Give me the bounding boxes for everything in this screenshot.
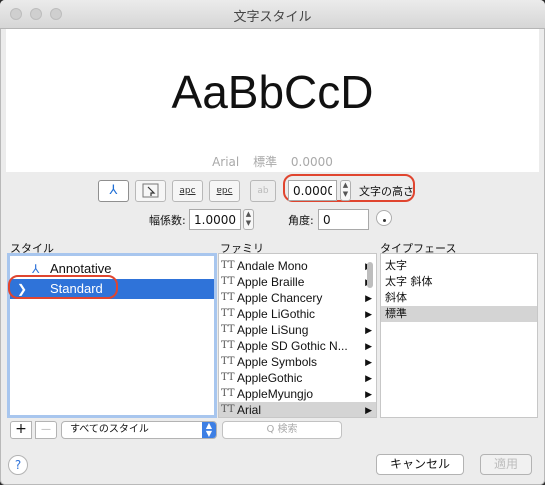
truetype-icon: TT <box>221 356 235 367</box>
truetype-icon: TT <box>221 260 235 271</box>
family-scrollbar[interactable] <box>367 262 373 288</box>
family-item-label: Andale Mono <box>237 259 308 273</box>
standard-style-highlight <box>8 275 118 299</box>
apply-button[interactable]: 適用 <box>480 454 532 475</box>
text-height-stepper[interactable]: ▲ ▼ <box>340 180 351 201</box>
truetype-icon: TT <box>221 404 235 415</box>
style-filter-popup[interactable]: すべてのスタイル ▲ ▼ <box>61 421 217 439</box>
submenu-arrow-icon: ▶ <box>365 309 372 319</box>
family-item-label: Apple Chancery <box>237 291 323 305</box>
family-item[interactable]: TT AppleMyungjo ▶ <box>219 386 376 402</box>
family-item-label: AppleGothic <box>237 371 303 385</box>
family-item[interactable]: TTAndale Mono▶ <box>219 258 376 274</box>
truetype-icon: TT <box>221 324 235 335</box>
text-height-input[interactable] <box>288 180 337 201</box>
style-filter-value: すべてのスタイル <box>70 424 149 435</box>
preview-style-name: 標準 <box>253 155 278 169</box>
match-orientation-icon <box>142 183 158 198</box>
submenu-arrow-icon: ▶ <box>365 373 372 383</box>
truetype-icon: TT <box>221 372 235 383</box>
font-search-field[interactable]: Q 検索 <box>222 421 342 439</box>
title-bar: 文字スタイル <box>0 0 545 29</box>
preview-pane: AaBbCcD Arial 標準 0.0000 <box>6 29 539 172</box>
family-item[interactable]: TT Apple Chancery ▶ <box>219 290 376 306</box>
truetype-icon: TT <box>221 292 235 303</box>
family-item-label: Arial <box>237 403 262 417</box>
window-title: 文字スタイル <box>233 10 312 25</box>
preview-height: 0.0000 <box>290 155 333 169</box>
family-item[interactable]: TTApple Braille▶ <box>219 274 376 290</box>
match-orientation-button[interactable] <box>135 180 166 202</box>
upside-down-label: apc <box>179 186 196 196</box>
truetype-icon: TT <box>221 308 235 319</box>
angle-dial[interactable] <box>376 210 392 226</box>
width-factor-label: 幅係数: <box>149 214 186 227</box>
typeface-item-selected[interactable]: 標準 <box>381 306 537 322</box>
submenu-arrow-icon: ▶ <box>365 405 372 415</box>
width-factor-input[interactable] <box>189 209 241 230</box>
family-list[interactable]: TTAndale Mono▶ TTApple Braille▶ TTApple … <box>218 253 377 418</box>
family-item-label: Apple SD Gothic N... <box>237 339 348 353</box>
family-item-label: Apple Symbols <box>237 355 318 369</box>
text-height-label: 文字の高さ <box>359 185 414 198</box>
typeface-list[interactable]: 太字 太字 斜体 斜体 標準 <box>380 253 538 418</box>
preview-font-name: Arial <box>212 155 240 169</box>
truetype-icon: TT <box>221 388 235 399</box>
typeface-item[interactable]: 太字 <box>381 258 537 274</box>
remove-style-button[interactable]: — <box>35 421 57 439</box>
upside-down-toggle-button[interactable]: apc <box>172 180 203 202</box>
submenu-arrow-icon: ▶ <box>365 341 372 351</box>
family-item[interactable]: TT Apple LiSung ▶ <box>219 322 376 338</box>
backwards-label: ɐpc <box>216 186 233 196</box>
annotative-icon: ⅄ <box>109 183 118 198</box>
backwards-toggle-button[interactable]: ɐpc <box>209 180 240 202</box>
preview-sample-text: AaBbCcD <box>171 66 374 118</box>
family-item-label: Apple Braille <box>237 275 305 289</box>
vertical-toggle-button[interactable]: ab <box>250 180 276 202</box>
vertical-label: ab <box>257 186 269 196</box>
oblique-angle-label: 角度: <box>288 214 314 227</box>
add-style-button[interactable]: + <box>10 421 32 439</box>
annotative-toggle-button[interactable]: ⅄ <box>98 180 129 202</box>
family-item-label: Apple LiGothic <box>237 307 316 321</box>
typeface-item[interactable]: 斜体 <box>381 290 537 306</box>
family-item-label: AppleMyungjo <box>237 387 314 401</box>
submenu-arrow-icon: ▶ <box>365 389 372 399</box>
help-button[interactable]: ? <box>8 455 28 475</box>
family-item-selected[interactable]: TT Arial ▶ <box>219 402 376 417</box>
family-item[interactable]: TT Apple LiGothic ▶ <box>219 306 376 322</box>
family-item[interactable]: TT AppleGothic ▶ <box>219 370 376 386</box>
width-factor-stepper[interactable]: ▲ ▼ <box>243 209 254 230</box>
preview-info: Arial 標準 0.0000 <box>6 153 539 170</box>
cancel-button[interactable]: キャンセル <box>376 454 464 475</box>
typeface-item[interactable]: 太字 斜体 <box>381 274 537 290</box>
text-style-window: 文字スタイル AaBbCcD Arial 標準 0.0000 ⅄ apc ɐpc… <box>0 0 545 485</box>
family-item[interactable]: TT Apple SD Gothic N... ▶ <box>219 338 376 354</box>
oblique-angle-input[interactable] <box>318 209 369 230</box>
truetype-icon: TT <box>221 276 235 287</box>
submenu-arrow-icon: ▶ <box>365 293 372 303</box>
family-item[interactable]: TT Apple Symbols ▶ <box>219 354 376 370</box>
submenu-arrow-icon: ▶ <box>365 357 372 367</box>
family-item-label: Apple LiSung <box>237 323 309 337</box>
updown-chevron-icon: ▲ ▼ <box>202 422 216 438</box>
truetype-icon: TT <box>221 340 235 351</box>
submenu-arrow-icon: ▶ <box>365 325 372 335</box>
